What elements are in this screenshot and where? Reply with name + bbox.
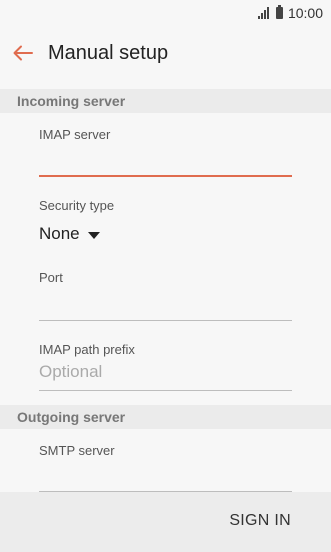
imap-path-prefix-label: IMAP path prefix [39, 342, 135, 357]
battery-icon [275, 5, 283, 19]
signal-icon [257, 7, 271, 19]
app-bar: Manual setup [0, 26, 331, 80]
page-title: Manual setup [48, 41, 169, 64]
sign-in-button[interactable]: SIGN IN [229, 512, 291, 530]
security-type-value: None [39, 224, 80, 243]
screen: 10:00 Manual setup Incoming server IMAP … [0, 0, 331, 552]
imap-path-prefix-field[interactable]: Optional [39, 362, 102, 382]
imap-server-label: IMAP server [39, 127, 111, 142]
imap-path-prefix-underline [39, 390, 292, 391]
smtp-server-label: SMTP server [39, 443, 115, 458]
security-type-label: Security type [39, 198, 115, 213]
port-label: Port [39, 270, 63, 285]
status-time: 10:00 [287, 5, 323, 21]
incoming-server-header: Incoming server [0, 89, 331, 113]
outgoing-server-header: Outgoing server [0, 405, 331, 429]
status-bar: 10:00 [0, 0, 331, 26]
imap-server-underline [39, 175, 292, 177]
back-arrow-icon[interactable] [0, 26, 48, 80]
security-type-dropdown[interactable]: None [39, 224, 100, 244]
status-icons: 10:00 [257, 5, 323, 21]
bottom-action-bar: SIGN IN [0, 492, 331, 552]
port-underline [39, 320, 292, 321]
caret-down-icon [87, 231, 100, 239]
